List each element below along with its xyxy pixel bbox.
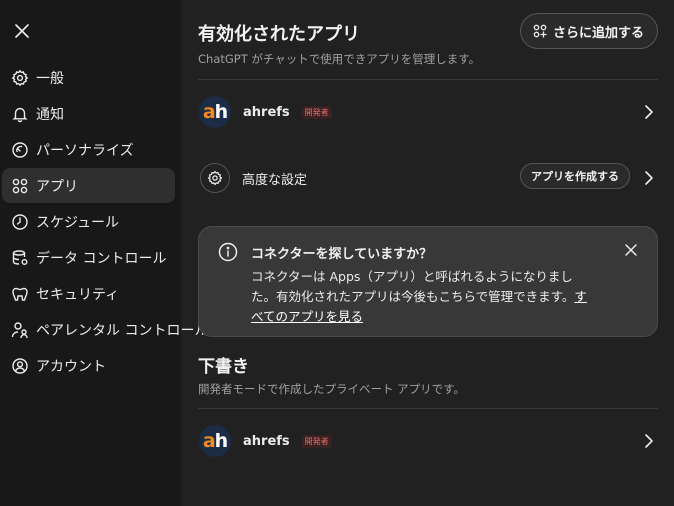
close-notice-button[interactable] [625,244,637,256]
sidebar-item-label: 一般 [36,70,64,87]
developer-badge: 開発者 [301,434,332,448]
app-name: ahrefs [243,433,290,449]
sidebar-item-label: アプリ [36,178,78,195]
notice-body: コネクターは Apps（アプリ）と呼ばれるようになりました。有効化されたアプリは… [251,267,596,327]
sidebar-item-label: セキュリティ [36,286,120,303]
clock-icon [11,213,29,231]
shield-icon [11,285,29,303]
create-app-button[interactable]: アプリを作成する [520,163,630,189]
close-icon [15,24,29,38]
sidebar-item-data-controls[interactable]: データ コントロール [2,240,175,275]
chevron-right-icon [644,433,654,449]
personalize-icon [11,141,29,159]
settings-nav: 一般 通知 パーソナライズ アプリ スケジュール データ コントロール セキュリ… [0,60,208,384]
advanced-settings-label: 高度な設定 [242,172,308,188]
app-name: ahrefs [243,104,290,120]
ahrefs-logo: ah [199,96,231,128]
close-button[interactable] [11,20,33,42]
sidebar-item-personalize[interactable]: パーソナライズ [2,132,175,167]
drafts-subtitle: 開発者モードで作成したプライベート アプリです。 [198,382,466,396]
connectors-notice: コネクターを探していますか？ コネクターは Apps（アプリ）と呼ばれるようにな… [198,226,658,337]
chevron-right-icon [644,104,654,120]
sidebar-item-account[interactable]: アカウント [2,348,175,383]
divider [198,79,658,80]
info-icon [218,242,238,262]
sidebar-item-label: アカウント [36,358,106,375]
apps-add-icon [533,24,547,38]
drafts-title: 下書き [198,357,249,377]
database-icon [11,249,29,267]
settings-sidebar: 一般 通知 パーソナライズ アプリ スケジュール データ コントロール セキュリ… [0,0,208,506]
sidebar-item-schedule[interactable]: スケジュール [2,204,175,239]
sidebar-item-apps[interactable]: アプリ [2,168,175,203]
sidebar-item-general[interactable]: 一般 [2,60,175,95]
gear-icon [11,69,29,87]
apps-settings-panel: 有効化されたアプリ ChatGPT がチャットで使用できアプリを管理します。 さ… [198,0,658,506]
gear-icon [200,163,230,193]
sidebar-item-label: パーソナライズ [36,142,134,159]
divider [198,408,658,409]
apps-grid-icon [11,177,29,195]
close-icon [625,244,637,256]
enabled-app-row-ahrefs[interactable]: ah ahrefs 開発者 [198,93,658,131]
bell-icon [11,105,29,123]
sidebar-item-parental-controls[interactable]: ペアレンタル コントロール [2,312,208,347]
add-more-apps-button[interactable]: さらに追加する [519,13,658,49]
page-subtitle: ChatGPT がチャットで使用できアプリを管理します。 [198,52,481,66]
advanced-settings-row[interactable]: 高度な設定 アプリを作成する [198,160,658,196]
draft-app-row-ahrefs[interactable]: ah ahrefs 開発者 [198,422,658,460]
notice-title: コネクターを探していますか？ [251,247,433,262]
sidebar-item-label: データ コントロール [36,250,167,267]
account-icon [11,357,29,375]
sidebar-item-label: スケジュール [36,214,120,231]
sidebar-item-security[interactable]: セキュリティ [2,276,175,311]
sidebar-item-label: ペアレンタル コントロール [36,322,209,339]
sidebar-item-notifications[interactable]: 通知 [2,96,175,131]
sidebar-item-label: 通知 [36,106,64,123]
ahrefs-logo: ah [199,425,231,457]
add-more-apps-label: さらに追加する [552,25,644,41]
chevron-right-icon [644,170,654,186]
notice-text: コネクターは Apps（アプリ）と呼ばれるようになりました。有効化されたアプリは… [251,269,575,304]
page-title: 有効化されたアプリ [198,24,360,45]
parental-icon [11,321,29,339]
developer-badge: 開発者 [301,105,332,119]
